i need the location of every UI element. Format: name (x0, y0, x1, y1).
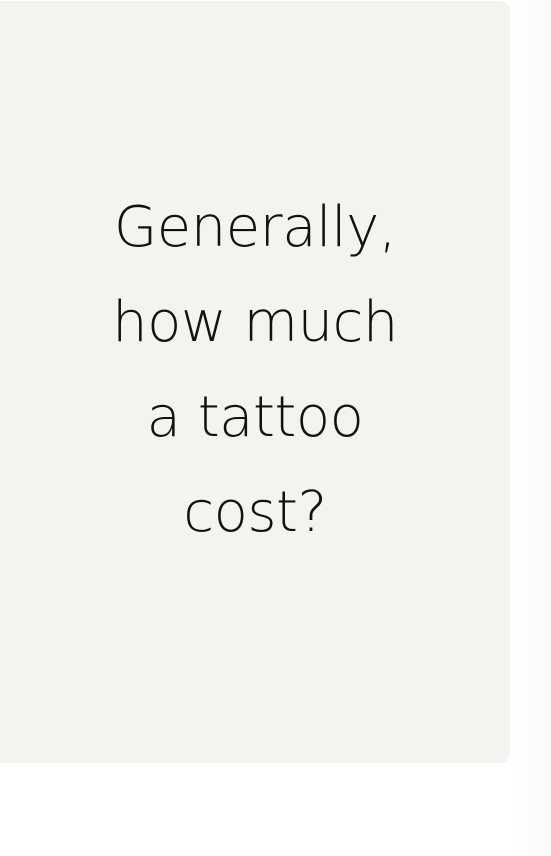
page: Generally, how much a tattoo cost? (0, 0, 551, 856)
edge-shade (510, 0, 551, 856)
faq-card[interactable]: Generally, how much a tattoo cost? (0, 1, 510, 763)
faq-question: Generally, how much a tattoo cost? (75, 180, 435, 560)
question-line: cost? (183, 480, 327, 545)
question-line: a tattoo (146, 385, 364, 450)
question-line: Generally, (113, 195, 397, 260)
question-line: how much (112, 290, 398, 355)
